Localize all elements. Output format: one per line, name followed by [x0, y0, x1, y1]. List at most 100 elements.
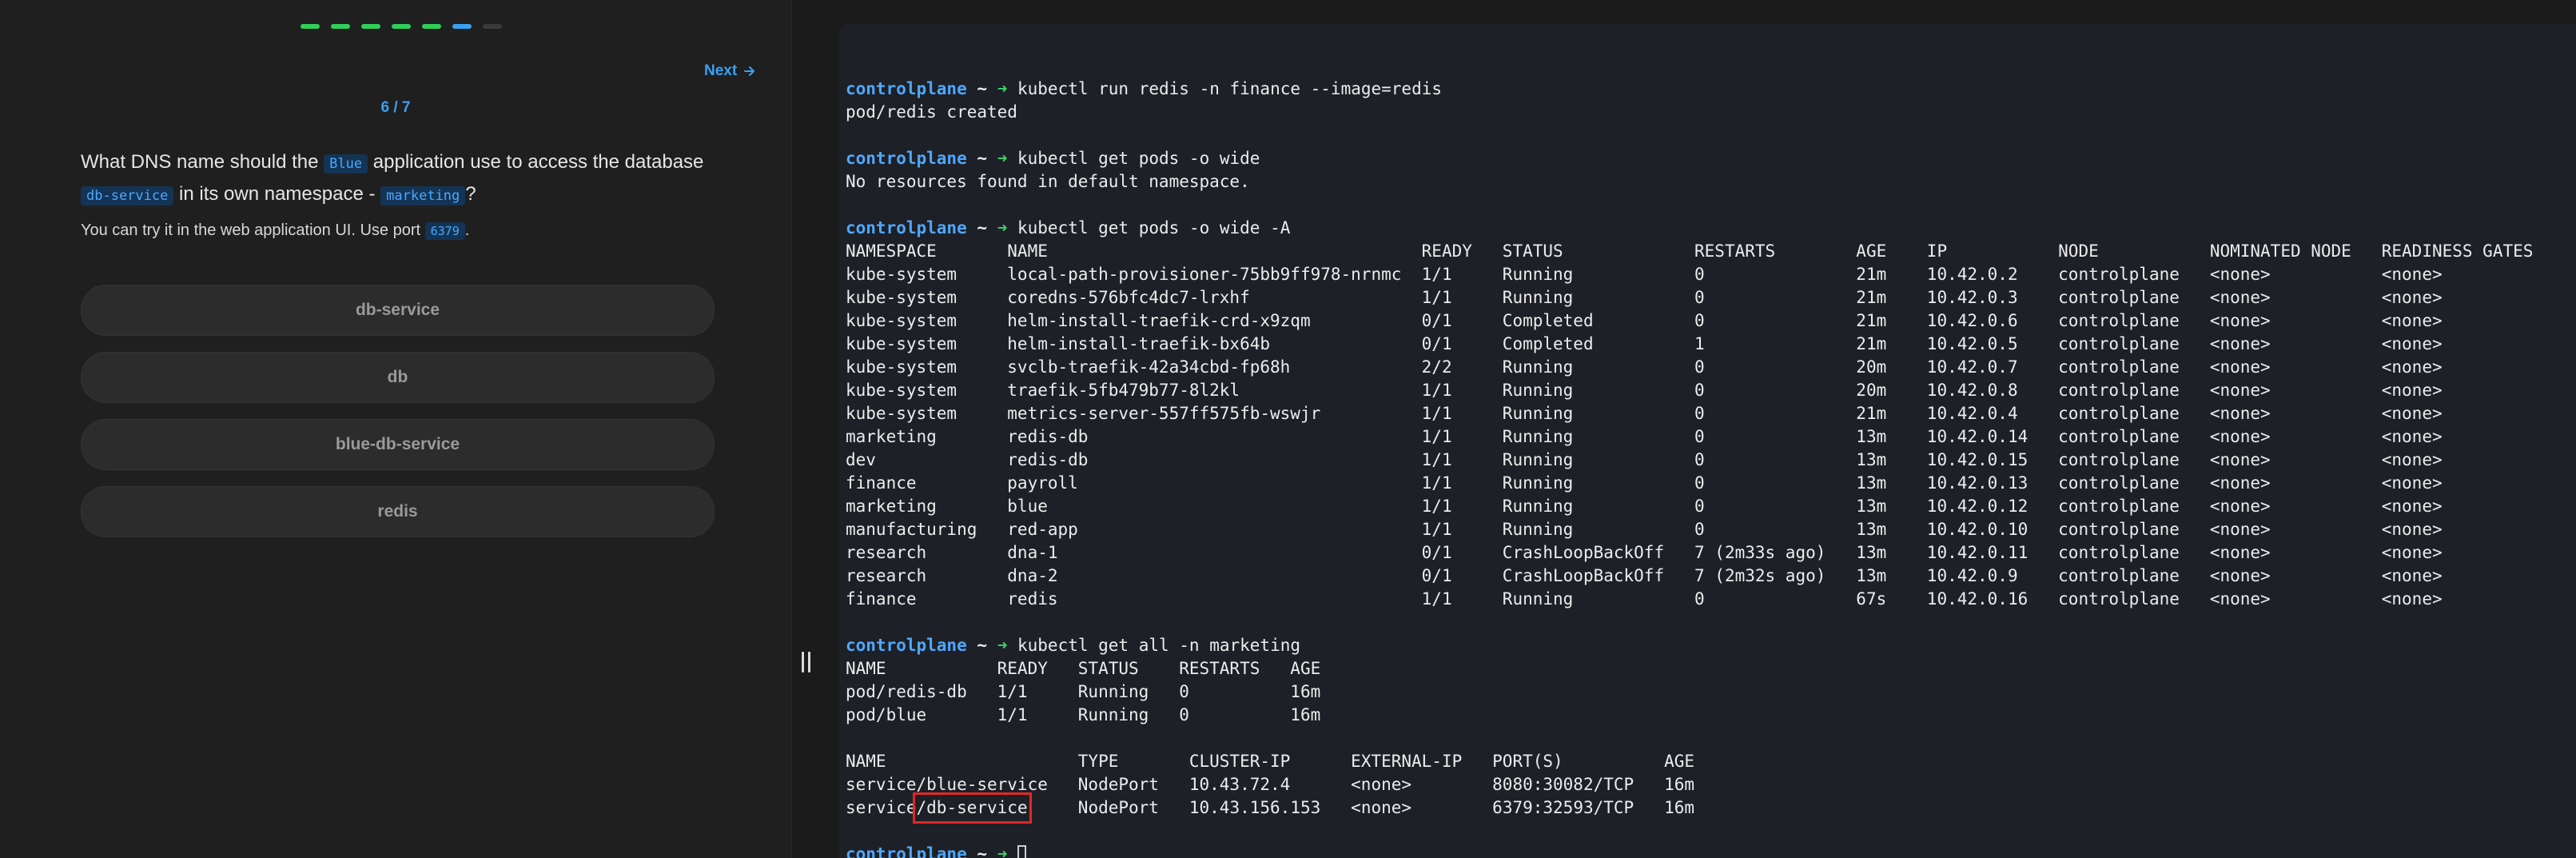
prompt-host: controlplane [846, 636, 967, 655]
terminal-line: kube-system local-path-provisioner-75bb9… [846, 263, 2576, 286]
terminal-line: manufacturing red-app 1/1 Running 0 13m … [846, 518, 2576, 541]
prompt-arrow-icon: ➜ [997, 79, 1008, 98]
output-text: dev redis-db 1/1 Running 0 13m 10.42.0.1… [846, 450, 2443, 469]
output-text: pod/redis created [846, 102, 1017, 122]
progress-segment [361, 24, 380, 29]
question-text-part: What DNS name should the [81, 151, 324, 173]
output-text: service/blue-service NodePort 10.43.72.4… [846, 775, 1695, 794]
output-text: service [846, 798, 917, 817]
hint-text-part: You can try it in the web application UI… [81, 221, 425, 239]
terminal-line: pod/redis created [846, 101, 2576, 124]
terminal-line: research dna-2 0/1 CrashLoopBackOff 7 (2… [846, 565, 2576, 588]
terminal-line: marketing blue 1/1 Running 0 13m 10.42.0… [846, 495, 2576, 518]
terminal-line: controlplane ~ ➜ kubectl get pods -o wid… [846, 147, 2576, 170]
hint-text: You can try it in the web application UI… [81, 221, 720, 240]
prompt-tilde: ~ [977, 844, 988, 858]
prompt-tilde: ~ [977, 149, 988, 168]
prompt-tilde: ~ [977, 79, 988, 98]
output-text: kube-system local-path-provisioner-75bb9… [846, 265, 2443, 284]
output-text: research dna-1 0/1 CrashLoopBackOff 7 (2… [846, 543, 2443, 562]
progress-indicator [301, 24, 502, 29]
prompt-arrow-icon: ➜ [997, 844, 1008, 858]
terminal-line: finance redis 1/1 Running 0 67s 10.42.0.… [846, 588, 2576, 611]
terminal-line: dev redis-db 1/1 Running 0 13m 10.42.0.1… [846, 449, 2576, 472]
prompt-tilde: ~ [977, 218, 988, 237]
prompt-tilde: ~ [977, 636, 988, 655]
command-text: kubectl run redis -n finance --image=red… [1017, 79, 1443, 98]
next-label: Next [704, 62, 738, 79]
option-button[interactable]: db [81, 352, 715, 403]
output-text: NAME READY STATUS RESTARTS AGE [846, 659, 1321, 678]
hint-text-part: . [464, 221, 470, 239]
grip-line [807, 652, 810, 672]
terminal-line: kube-system helm-install-traefik-bx64b 0… [846, 333, 2576, 356]
terminal-line: finance payroll 1/1 Running 0 13m 10.42.… [846, 472, 2576, 495]
command-text: kubectl get pods -o wide -A [1017, 218, 1291, 237]
terminal-line: pod/redis-db 1/1 Running 0 16m [846, 680, 2576, 704]
prompt-arrow-icon: ➜ [997, 149, 1008, 168]
output-text: kube-system helm-install-traefik-crd-x9z… [846, 311, 2443, 330]
quiz-panel: Next 6 / 7 What DNS name should the Blue… [0, 0, 792, 858]
prompt-host: controlplane [846, 149, 967, 168]
output-text: finance payroll 1/1 Running 0 13m 10.42.… [846, 473, 2443, 493]
progress-segment [422, 24, 441, 29]
terminal-line: service/db-service NodePort 10.43.156.15… [846, 792, 2576, 824]
terminal-line: research dna-1 0/1 CrashLoopBackOff 7 (2… [846, 541, 2576, 565]
terminal-line: controlplane ~ ➜ kubectl get all -n mark… [846, 634, 2576, 657]
next-button[interactable]: Next [704, 62, 756, 80]
code-blue: Blue [324, 154, 368, 174]
terminal-line: No resources found in default namespace. [846, 170, 2576, 194]
question-text-part: ? [465, 183, 476, 205]
output-text: pod/redis-db 1/1 Running 0 16m [846, 682, 1321, 701]
terminal-line: kube-system metrics-server-557ff575fb-ws… [846, 402, 2576, 425]
progress-segment [452, 24, 472, 29]
output-text: NAMESPACE NAME READY STATUS RESTARTS AGE… [846, 241, 2534, 261]
option-button[interactable]: redis [81, 486, 715, 537]
output-text: marketing blue 1/1 Running 0 13m 10.42.0… [846, 497, 2443, 516]
terminal-line: NAME TYPE CLUSTER-IP EXTERNAL-IP PORT(S)… [846, 750, 2576, 773]
question-text: What DNS name should the Blue applicatio… [81, 147, 720, 211]
terminal-line: NAME READY STATUS RESTARTS AGE [846, 657, 2576, 680]
code-port: 6379 [424, 222, 465, 240]
panel-resize-handle[interactable] [798, 652, 814, 672]
terminal-line: kube-system traefik-5fb479b77-8l2kl 1/1 … [846, 379, 2576, 402]
grip-line [801, 652, 804, 672]
terminal-line: pod/blue 1/1 Running 0 16m [846, 704, 2576, 727]
output-text: kube-system coredns-576bfc4dc7-lrxhf 1/1… [846, 288, 2443, 307]
output-text: NAME TYPE CLUSTER-IP EXTERNAL-IP PORT(S)… [846, 752, 1695, 771]
terminal-cursor [1017, 844, 1026, 858]
terminal-line: kube-system coredns-576bfc4dc7-lrxhf 1/1… [846, 286, 2576, 309]
code-marketing: marketing [380, 186, 466, 206]
output-text: finance redis 1/1 Running 0 67s 10.42.0.… [846, 589, 2443, 609]
option-button[interactable]: blue-db-service [81, 419, 715, 470]
terminal-output: controlplane ~ ➜ kubectl run redis -n fi… [846, 54, 2576, 858]
question-counter: 6 / 7 [380, 99, 411, 116]
app-root: Next 6 / 7 What DNS name should the Blue… [0, 0, 2576, 858]
progress-segment [483, 24, 502, 29]
output-text: kube-system metrics-server-557ff575fb-ws… [846, 404, 2443, 423]
terminal-line: controlplane ~ ➜ [846, 843, 2576, 858]
highlighted-service-name: /db-service [912, 792, 1032, 824]
progress-segment [331, 24, 350, 29]
command-text: kubectl get pods -o wide [1017, 149, 1260, 168]
terminal-line: controlplane ~ ➜ kubectl get pods -o wid… [846, 217, 2576, 240]
code-db-service: db-service [81, 186, 174, 206]
prompt-arrow-icon: ➜ [997, 636, 1008, 655]
output-text: research dna-2 0/1 CrashLoopBackOff 7 (2… [846, 566, 2443, 585]
question-text-part: application use to access the database [368, 151, 704, 173]
terminal-line: controlplane ~ ➜ kubectl run redis -n fi… [846, 78, 2576, 101]
output-text: manufacturing red-app 1/1 Running 0 13m … [846, 520, 2443, 539]
terminal-line: marketing redis-db 1/1 Running 0 13m 10.… [846, 425, 2576, 449]
question-text-part: in its own namespace - [173, 183, 381, 205]
terminal-line: kube-system svclb-traefik-42a34cbd-fp68h… [846, 356, 2576, 379]
prompt-host: controlplane [846, 79, 967, 98]
terminal-window[interactable]: controlplane ~ ➜ kubectl run redis -n fi… [839, 24, 2576, 858]
prompt-arrow-icon: ➜ [997, 218, 1008, 237]
output-text: pod/blue 1/1 Running 0 16m [846, 705, 1321, 724]
option-button[interactable]: db-service [81, 285, 715, 336]
